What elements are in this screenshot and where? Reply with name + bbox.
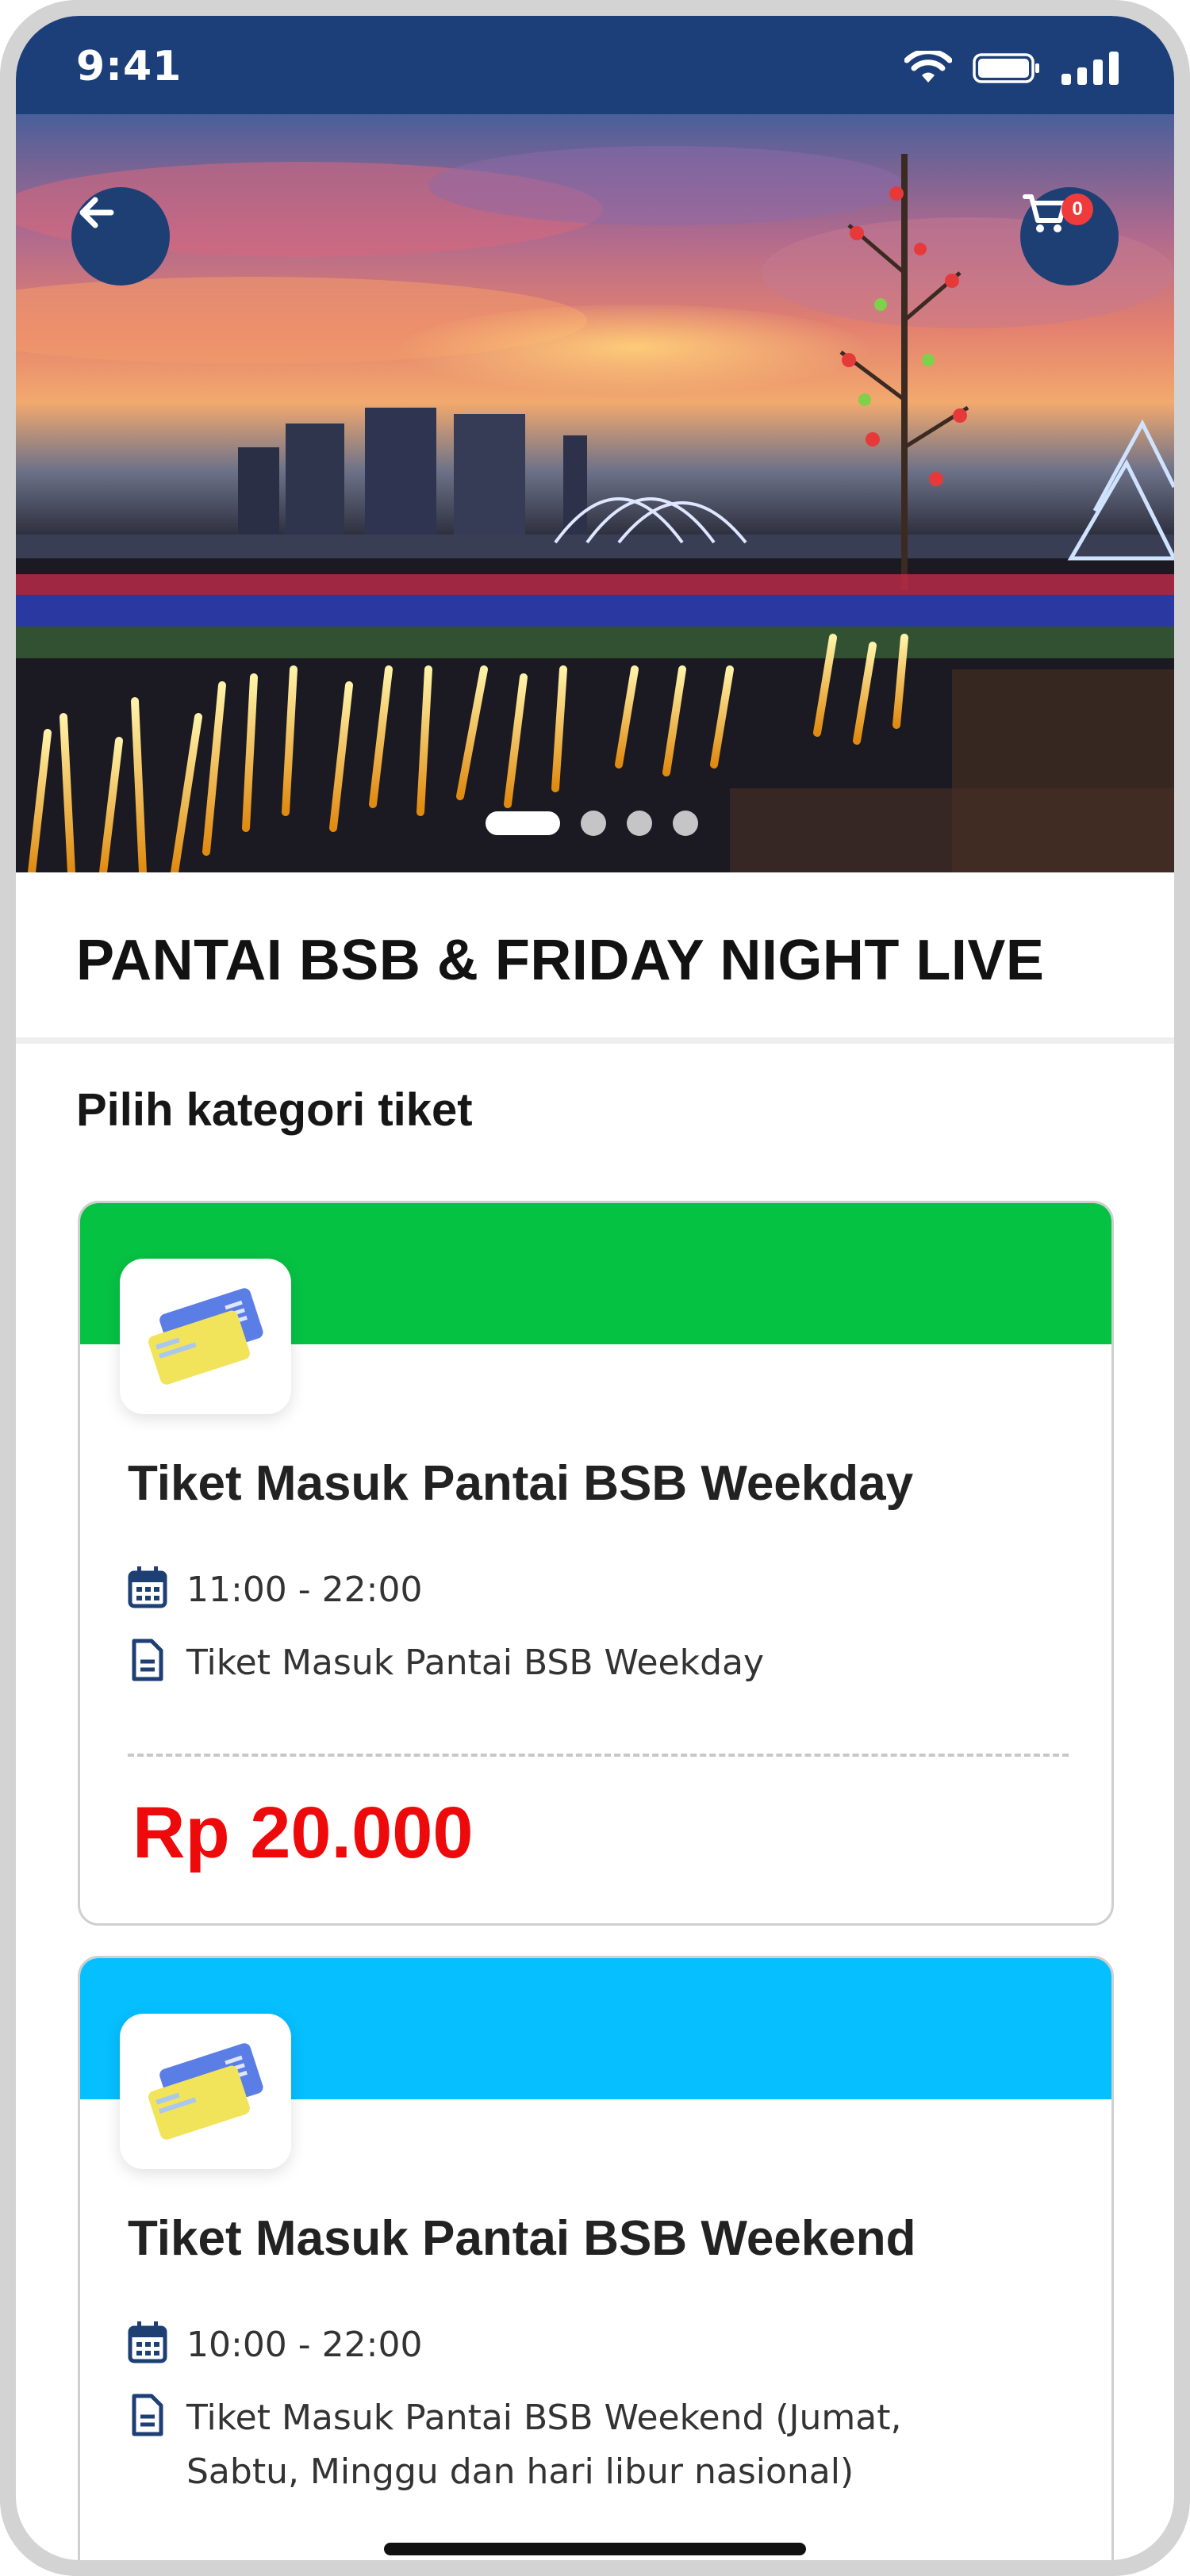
signal-icon: [1061, 52, 1119, 85]
hero-image-carousel[interactable]: 0: [16, 114, 1174, 872]
ticket-description: Tiket Masuk Pantai BSB Weekend (Jumat, S…: [186, 2391, 901, 2499]
ticket-time: 11:00 - 22:00: [186, 1570, 423, 1610]
back-button[interactable]: [71, 187, 170, 286]
document-icon: [132, 1639, 163, 1681]
dashed-divider: [128, 1754, 1069, 1757]
ticket-icon-box: [120, 1259, 291, 1414]
status-icons: [904, 51, 1119, 86]
carousel-dot[interactable]: [673, 811, 698, 836]
cart-count-badge: 0: [1061, 194, 1093, 225]
cart-button[interactable]: 0: [1020, 187, 1119, 286]
ticket-description-line: Tiket Masuk Pantai BSB Weekend (Jumat,: [186, 2398, 902, 2438]
ticket-description-line: Sabtu, Minggu dan hari libur nasional): [186, 2451, 854, 2492]
ticket-icon: [148, 2043, 263, 2140]
arrow-left-icon: [79, 197, 114, 228]
ticket-description-row: Tiket Masuk Pantai BSB Weekday: [128, 1636, 764, 1690]
wifi-icon: [904, 51, 952, 82]
ticket-description: Tiket Masuk Pantai BSB Weekday: [186, 1643, 764, 1683]
ticket-icon: [148, 1288, 263, 1385]
home-indicator[interactable]: [384, 2543, 806, 2555]
calendar-icon: [128, 2321, 167, 2363]
screen: 9:41 0 PANTAI BSB & FRIDAY NIGHT LIVE Pi…: [16, 16, 1174, 2560]
document-icon: [132, 2394, 163, 2436]
ticket-icon-box: [120, 2014, 291, 2169]
ticket-category-heading: Pilih kategori tiket: [76, 1084, 473, 1136]
status-time: 9:41: [76, 43, 182, 90]
battery-icon: [973, 53, 1039, 83]
section-divider: [16, 1037, 1174, 1044]
ticket-card-weekend[interactable]: Tiket Masuk Pantai BSB Weekend 10:00 - 2…: [78, 1956, 1114, 2560]
ticket-name: Tiket Masuk Pantai BSB Weekend: [128, 2211, 916, 2266]
carousel-indicator: [486, 811, 698, 836]
ticket-time: 10:00 - 22:00: [186, 2325, 423, 2365]
ticket-card-weekday[interactable]: Tiket Masuk Pantai BSB Weekday 11:00 - 2…: [78, 1201, 1114, 1926]
hero-photo: [16, 146, 1174, 872]
ticket-time-row: 11:00 - 22:00: [128, 1563, 422, 1617]
carousel-dot[interactable]: [627, 811, 652, 836]
ticket-time-row: 10:00 - 22:00: [128, 2318, 422, 2372]
device-frame: 9:41 0 PANTAI BSB & FRIDAY NIGHT LIVE Pi…: [0, 0, 1190, 2576]
ticket-price: Rp 20.000: [132, 1792, 474, 1873]
event-title: PANTAI BSB & FRIDAY NIGHT LIVE: [76, 929, 1045, 992]
calendar-icon: [128, 1566, 167, 1608]
carousel-dot-active[interactable]: [486, 811, 560, 835]
carousel-dot[interactable]: [581, 811, 606, 836]
ticket-description-row: Tiket Masuk Pantai BSB Weekend (Jumat, S…: [128, 2391, 901, 2499]
status-bar: 9:41: [16, 16, 1174, 114]
ticket-name: Tiket Masuk Pantai BSB Weekday: [128, 1456, 914, 1511]
